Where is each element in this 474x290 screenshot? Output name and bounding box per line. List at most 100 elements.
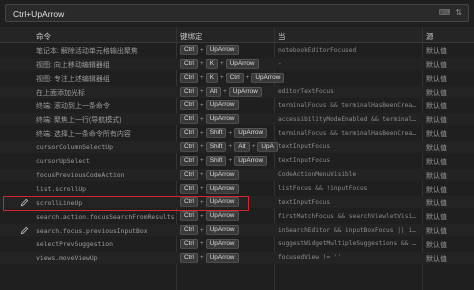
- key-label: Ctrl: [180, 114, 198, 125]
- key-label: Ctrl: [180, 211, 198, 222]
- keybinding-cell: Ctrl + Shift + UpArrow: [180, 155, 268, 166]
- key-label: Shift: [205, 155, 227, 166]
- command-cell: list.scrollUp: [36, 185, 87, 193]
- keybinding-cell: Ctrl + UpArrow: [180, 169, 239, 180]
- table-row[interactable]: search.focus.previousInputBox Ctrl + UpArro…: [0, 224, 474, 237]
- key-label: Ctrl: [180, 169, 198, 180]
- table-row[interactable]: 视图: 专注上述编辑器组 Ctrl + K + Ctrl + UpArrow - 默认值: [0, 72, 474, 84]
- command-cell: search.action.focusSearchFromResults: [36, 212, 175, 221]
- keybinding-cell: Ctrl + Shift + UpArrow: [180, 128, 268, 139]
- table-row[interactable]: 笔记本: 解除活动单元格输出聚焦 Ctrl + UpArrow notebookEdit…: [0, 44, 474, 56]
- key-label: Ctrl: [180, 141, 198, 152]
- key-separator: +: [199, 129, 204, 137]
- sort-icon[interactable]: ⇅: [455, 8, 462, 17]
- key-label: Shift: [205, 141, 227, 152]
- command-cell: 视图: 向上移动编辑器组: [36, 61, 110, 69]
- source-cell: 默认值: [426, 144, 447, 152]
- key-separator: +: [199, 157, 204, 165]
- key-label: K: [205, 58, 218, 69]
- key-label: UpArrow: [205, 169, 239, 180]
- command-cell: views.moveViewUp: [36, 254, 98, 263]
- table-row[interactable]: 终端: 聚焦上一行(导航模式) Ctrl + UpArrow accessibility…: [0, 113, 474, 126]
- table-row[interactable]: 终端: 选择上一条命令所有内容 Ctrl + Shift + UpArrow termina…: [0, 127, 474, 139]
- table-row[interactable]: cursorColumnSelectUp Ctrl + Shift + Alt + UpA te…: [0, 140, 474, 153]
- table-row[interactable]: views.moveViewUp Ctrl + UpArrow focusedView …: [0, 251, 474, 264]
- table-row[interactable]: cursorUpSelect Ctrl + Shift + UpArrow textInpu…: [0, 155, 474, 167]
- key-label: UpArrow: [225, 58, 259, 69]
- command-cell: focusPreviousCodeAction: [36, 171, 125, 180]
- keybinding-search-input[interactable]: Ctrl+UpArrow ⌨ ⇅: [5, 4, 469, 22]
- key-separator: +: [199, 46, 204, 54]
- key-label: Ctrl: [180, 225, 198, 236]
- source-cell: 默认值: [426, 186, 447, 194]
- keybinding-cell: Ctrl + UpArrow: [180, 225, 239, 236]
- key-separator: +: [199, 254, 204, 262]
- keybinding-cell: Ctrl + UpArrow: [180, 238, 239, 249]
- command-cell: 终端: 选择上一条命令所有内容: [36, 131, 131, 139]
- source-cell: 默认值: [426, 48, 447, 55]
- key-separator: +: [199, 185, 204, 192]
- key-label: Ctrl: [225, 72, 244, 83]
- keybinding-cell: Ctrl + Shift + Alt + UpA: [180, 141, 278, 152]
- when-cell: terminalFocus && terminalHasBeenCreat…: [278, 101, 418, 109]
- key-separator: +: [199, 212, 204, 220]
- source-cell: 默认值: [426, 61, 447, 69]
- when-cell: notebookEditorFocused: [278, 46, 357, 54]
- key-label: UpArrow: [205, 183, 239, 194]
- key-label: UpArrow: [205, 238, 239, 249]
- source-cell: 默认值: [426, 214, 447, 222]
- record-keys-icon[interactable]: ⌨: [439, 8, 451, 17]
- command-cell: 笔记本: 解除活动单元格输出聚焦: [36, 48, 138, 55]
- header-command[interactable]: 命令: [36, 31, 51, 42]
- key-label: K: [205, 72, 218, 83]
- table-row[interactable]: search.action.focusSearchFromResults Ctrl…: [0, 210, 474, 222]
- source-cell: 默认值: [426, 89, 447, 97]
- when-cell: inSearchEditor && inputBoxFocus || in…: [278, 226, 418, 234]
- header-source[interactable]: 源: [426, 31, 434, 42]
- when-cell: terminalFocus && terminalHasBeenCreat…: [278, 129, 418, 137]
- key-label: UpArrow: [228, 86, 262, 97]
- table-row[interactable]: 终端: 滚动到上一条命令 Ctrl + UpArrow terminalFocus &&…: [0, 99, 474, 111]
- key-separator: +: [199, 74, 204, 82]
- key-separator: +: [228, 129, 233, 137]
- header-keybinding[interactable]: 键绑定: [180, 31, 203, 42]
- command-cell: cursorColumnSelectUp: [36, 143, 113, 152]
- key-separator: +: [199, 101, 204, 109]
- source-cell: 默认值: [426, 255, 447, 263]
- command-cell: search.focus.previousInputBox: [36, 226, 148, 235]
- key-separator: +: [199, 143, 204, 151]
- when-cell: focusedView != '': [278, 254, 342, 262]
- source-cell: 默认值: [426, 117, 447, 125]
- key-label: Shift: [205, 128, 227, 139]
- key-separator: +: [219, 74, 224, 82]
- key-separator: +: [199, 60, 204, 68]
- command-cell: 在上面添加光标: [36, 89, 85, 97]
- table-row[interactable]: list.scrollUp Ctrl + UpArrow listFocus && !i…: [0, 183, 474, 195]
- edit-keybinding-icon[interactable]: [20, 226, 29, 235]
- key-separator: +: [223, 88, 227, 96]
- search-value: Ctrl+UpArrow: [13, 9, 65, 19]
- search-bar: Ctrl+UpArrow ⌨ ⇅: [0, 0, 474, 26]
- table-row[interactable]: focusPreviousCodeAction Ctrl + UpArrow CodeA…: [0, 168, 474, 181]
- header-when[interactable]: 当: [278, 31, 286, 42]
- command-cell: 终端: 滚动到上一条命令: [36, 103, 110, 111]
- when-cell: textInputFocus: [278, 157, 331, 165]
- keybinding-cell: Ctrl + UpArrow: [180, 114, 239, 125]
- source-cell: 默认值: [426, 200, 447, 208]
- when-cell: editorTextFocus: [278, 88, 334, 96]
- key-separator: +: [219, 60, 224, 68]
- key-label: Alt: [205, 86, 222, 97]
- command-cell: cursorUpSelect: [36, 157, 90, 166]
- key-label: UpA: [257, 141, 278, 152]
- key-label: Ctrl: [180, 86, 198, 97]
- keybinding-cell: Ctrl + UpArrow: [180, 183, 239, 194]
- keybinding-cell: Ctrl + K + Ctrl + UpArrow: [180, 72, 285, 83]
- table-row[interactable]: 视图: 向上移动编辑器组 Ctrl + K + UpArrow - 默认值: [0, 57, 474, 70]
- table-row[interactable]: 在上面添加光标 Ctrl + Alt + UpArrow editorTextFocus 默认…: [0, 85, 474, 98]
- source-cell: 默认值: [426, 241, 447, 249]
- table-row[interactable]: selectPrevSuggestion Ctrl + UpArrow suggestW…: [0, 238, 474, 250]
- when-cell: -: [278, 60, 282, 68]
- key-label: UpArrow: [234, 155, 268, 166]
- key-label: UpArrow: [205, 225, 239, 236]
- key-label: Ctrl: [180, 238, 198, 249]
